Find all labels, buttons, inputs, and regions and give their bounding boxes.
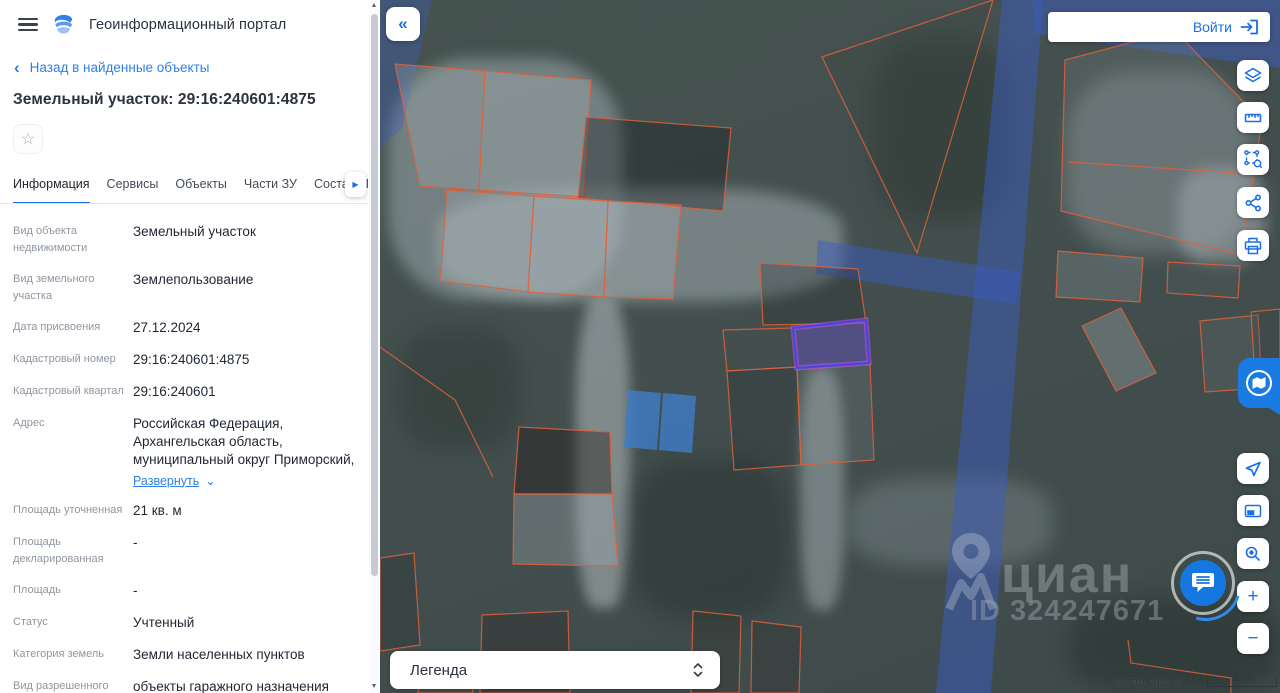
tab-services[interactable]: Сервисы <box>107 167 159 204</box>
scroll-up-icon[interactable]: ▲ <box>369 0 379 12</box>
layers-icon <box>1244 67 1262 84</box>
field-row: Площадь уточненная 21 кв. м <box>0 495 380 527</box>
tab-objects[interactable]: Объекты <box>175 167 227 204</box>
geoportal-app: Геоинформационный портал ‹ Назад в найде… <box>0 0 1280 693</box>
minus-icon: − <box>1247 629 1258 648</box>
chevron-right-icon: ▶ <box>352 180 358 189</box>
chevron-up-down-icon <box>692 661 704 679</box>
chevron-down-icon: ⌄ <box>205 473 215 488</box>
blue-buildings[interactable] <box>624 390 696 453</box>
field-row: Кадастровый квартал 29:16:240601 <box>0 376 380 408</box>
panel-scrollbar[interactable]: ▲ ▼ <box>369 0 379 693</box>
page-title: Земельный участок: 29:16:240601:4875 <box>13 91 364 109</box>
selected-parcel[interactable] <box>793 320 869 368</box>
scale-label: 5 m <box>1208 672 1276 684</box>
tab-next-truncated[interactable]: Г <box>366 167 368 204</box>
legend-toggle[interactable]: Легенда <box>390 651 720 689</box>
field-row: Кадастровый номер 29:16:240601:4875 <box>0 344 380 376</box>
area-select-icon <box>1244 150 1263 169</box>
map-services-tab[interactable] <box>1238 358 1280 408</box>
search-location-button[interactable] <box>1237 538 1269 569</box>
zoom-in-button[interactable]: + <box>1237 581 1269 612</box>
field-row: Площадь декларированная - <box>0 527 380 575</box>
field-row: Дата присвоения 27.12.2024 <box>0 312 380 344</box>
field-row-address: Адрес Российская Федерация, Архангельска… <box>0 408 380 495</box>
field-row: Вид земельного участка Землепользование <box>0 264 380 312</box>
area-select-button[interactable] <box>1237 144 1269 175</box>
chat-widget <box>1171 551 1235 615</box>
chevron-left-icon: ‹ <box>14 61 20 74</box>
minimap-button[interactable] <box>1237 495 1269 526</box>
back-link-label: Назад в найденные объекты <box>30 60 210 75</box>
login-button[interactable]: Войти <box>1048 12 1270 42</box>
locate-arrow-icon <box>1244 460 1262 478</box>
ruler-icon <box>1244 109 1262 127</box>
scrollbar-thumb[interactable] <box>371 14 378 576</box>
portal-logo-icon <box>52 13 75 36</box>
share-button[interactable] <box>1237 187 1269 218</box>
tab-bar: Информация Сервисы Объекты Части ЗУ Сост… <box>0 167 368 204</box>
star-icon: ☆ <box>21 129 35 149</box>
back-link[interactable]: ‹ Назад в найденные объекты <box>14 60 364 75</box>
map-canvas[interactable]: циан ID 324247671 « Войти <box>380 0 1280 693</box>
field-row: Статус Учтенный <box>0 607 380 639</box>
tab-parts[interactable]: Части ЗУ <box>244 167 297 204</box>
map-attribution: НСПД 2025 © <box>1115 677 1182 689</box>
login-icon <box>1240 19 1259 35</box>
object-info-panel: Геоинформационный портал ‹ Назад в найде… <box>0 0 380 693</box>
field-row: Площадь - <box>0 575 380 607</box>
collapse-panel-button[interactable]: « <box>386 7 420 41</box>
ruler-button[interactable] <box>1237 102 1269 133</box>
tab-information[interactable]: Информация <box>13 167 90 204</box>
zoom-out-button[interactable]: − <box>1237 623 1269 654</box>
legend-label: Легенда <box>410 662 467 679</box>
chat-icon <box>1191 572 1215 594</box>
double-chevron-left-icon: « <box>398 14 407 34</box>
app-title: Геоинформационный портал <box>89 17 286 33</box>
menu-icon[interactable] <box>18 18 38 32</box>
panel-header: Геоинформационный портал <box>0 0 380 36</box>
field-row: Вид объекта недвижимости Земельный участ… <box>0 216 380 264</box>
chat-button[interactable] <box>1180 560 1226 606</box>
layers-button[interactable] <box>1237 60 1269 91</box>
tab-structure[interactable]: Соста <box>314 167 349 204</box>
field-row: Вид разрешенного использования объекты г… <box>0 671 380 693</box>
scale-bar: 5 m <box>1207 676 1277 687</box>
cadastral-layer[interactable] <box>380 0 1280 693</box>
tabs-scroll-right-button[interactable]: ▶ <box>345 172 366 197</box>
search-location-icon <box>1244 545 1262 563</box>
print-button[interactable] <box>1237 230 1269 261</box>
print-icon <box>1244 237 1262 255</box>
locate-button[interactable] <box>1237 453 1269 484</box>
share-icon <box>1245 194 1262 212</box>
map-icon <box>1244 368 1274 398</box>
address-value: Российская Федерация, Архангельская обла… <box>133 415 354 469</box>
favorite-button[interactable]: ☆ <box>13 124 43 154</box>
plus-icon: + <box>1247 587 1258 606</box>
login-label: Войти <box>1193 19 1232 35</box>
scroll-down-icon[interactable]: ▼ <box>369 681 379 693</box>
expand-address-link[interactable]: Развернуть ⌄ <box>133 473 354 488</box>
field-row: Категория земель Земли населенных пункто… <box>0 639 380 671</box>
minimap-icon <box>1244 502 1262 520</box>
attribute-list: Вид объекта недвижимости Земельный участ… <box>0 204 380 693</box>
